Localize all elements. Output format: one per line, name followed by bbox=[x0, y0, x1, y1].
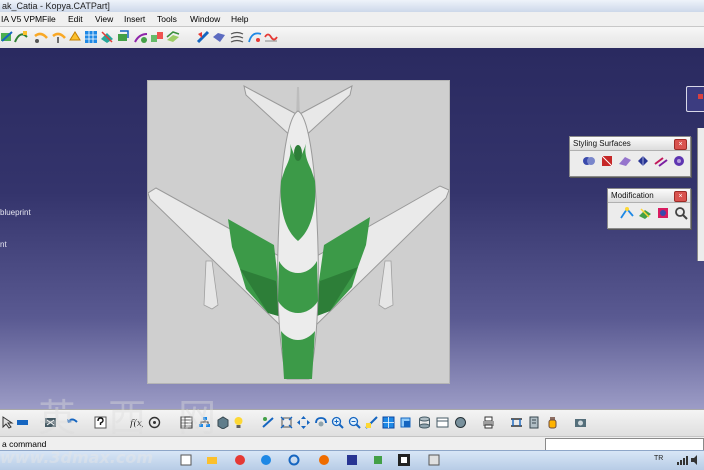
3-point-patch-icon[interactable] bbox=[600, 154, 614, 168]
taskbar-explorer-icon[interactable] bbox=[206, 454, 218, 466]
revolve-icon[interactable] bbox=[636, 154, 650, 168]
menu-edit[interactable]: Edit bbox=[68, 13, 83, 25]
taskbar-firefox-icon[interactable] bbox=[318, 454, 330, 466]
menu-file[interactable]: File bbox=[42, 13, 56, 25]
swap-visible-space-icon[interactable] bbox=[436, 416, 449, 429]
part-marker-icon bbox=[698, 94, 703, 99]
status-bar: a command bbox=[0, 436, 704, 451]
menu-help[interactable]: Help bbox=[231, 13, 248, 25]
bottle-icon[interactable] bbox=[546, 416, 559, 429]
grid-icon[interactable] bbox=[84, 30, 98, 44]
light-icon[interactable] bbox=[232, 416, 245, 429]
tree-label-secondary[interactable]: nt bbox=[0, 240, 7, 250]
extrude-surface-icon[interactable] bbox=[618, 154, 632, 168]
apply-material-icon[interactable] bbox=[528, 416, 541, 429]
status-message: a command bbox=[2, 439, 47, 449]
window-title: ak_Catia - Kopya.CATPart] bbox=[2, 1, 110, 11]
snap-icon[interactable] bbox=[16, 416, 29, 429]
menu-catia[interactable]: IA V5 VPM bbox=[1, 13, 42, 25]
bottom-toolbar: f(x) bbox=[0, 409, 704, 437]
menu-view[interactable]: View bbox=[95, 13, 113, 25]
top-toolbar bbox=[0, 27, 704, 49]
shading-icon[interactable] bbox=[399, 416, 412, 429]
pan-icon[interactable] bbox=[297, 416, 310, 429]
styling-surfaces-titlebar[interactable]: Styling Surfaces × bbox=[570, 137, 690, 151]
modification-titlebar[interactable]: Modification × bbox=[608, 189, 690, 203]
shape-analysis-icon[interactable] bbox=[674, 206, 688, 220]
menu-insert[interactable]: Insert bbox=[124, 13, 145, 25]
what-is-this-icon[interactable] bbox=[94, 416, 107, 429]
knowledge-icon[interactable] bbox=[148, 416, 161, 429]
curvature-icon[interactable] bbox=[248, 30, 262, 44]
normal-view-icon[interactable] bbox=[365, 416, 378, 429]
connect-icon[interactable] bbox=[212, 30, 226, 44]
curve-icon[interactable] bbox=[14, 30, 28, 44]
control-points-icon[interactable] bbox=[620, 206, 634, 220]
tray-volume-icon[interactable] bbox=[690, 454, 702, 466]
styling-surfaces-toolbar[interactable]: Styling Surfaces × bbox=[569, 136, 691, 177]
rotate-icon[interactable] bbox=[314, 416, 327, 429]
planar-patch-icon[interactable] bbox=[582, 154, 596, 168]
menu-tools[interactable]: Tools bbox=[157, 13, 177, 25]
patch-icon[interactable] bbox=[100, 30, 114, 44]
select-icon[interactable] bbox=[2, 416, 15, 429]
tree-label-blueprint[interactable]: blueprint bbox=[0, 208, 31, 218]
taskbar-window-icon[interactable] bbox=[428, 454, 440, 466]
taskbar-tool-icon[interactable] bbox=[372, 454, 384, 466]
fly-mode-icon[interactable] bbox=[262, 416, 275, 429]
zoom-out-icon[interactable] bbox=[348, 416, 361, 429]
menu-window[interactable]: Window bbox=[190, 13, 220, 25]
styling-surfaces-title: Styling Surfaces bbox=[573, 139, 631, 148]
styling-surfaces-close-button[interactable]: × bbox=[674, 139, 687, 150]
docked-toolbar-strip bbox=[697, 128, 704, 261]
hide-show-icon[interactable] bbox=[418, 416, 431, 429]
tray-language[interactable]: TR bbox=[654, 454, 663, 464]
taskbar-media-icon[interactable] bbox=[234, 454, 246, 466]
blend-icon[interactable] bbox=[134, 30, 148, 44]
fill-icon[interactable] bbox=[166, 30, 180, 44]
zoom-in-icon[interactable] bbox=[331, 416, 344, 429]
formula-icon[interactable]: f(x) bbox=[130, 416, 143, 429]
match-icon[interactable] bbox=[638, 206, 652, 220]
svg-text:f(x): f(x) bbox=[130, 418, 143, 429]
delete-icon[interactable] bbox=[44, 416, 57, 429]
spline-icon[interactable] bbox=[34, 30, 48, 44]
taskbar-app-icon[interactable] bbox=[180, 454, 192, 466]
sketch-icon[interactable] bbox=[0, 30, 14, 44]
fit-all-icon[interactable] bbox=[280, 416, 293, 429]
isoparam-icon[interactable] bbox=[230, 30, 244, 44]
offset-icon[interactable] bbox=[654, 154, 668, 168]
extrude-icon[interactable] bbox=[116, 30, 130, 44]
curve-on-surface-icon[interactable] bbox=[68, 30, 82, 44]
taskbar-active-window-icon[interactable] bbox=[398, 454, 410, 466]
modification-close-button[interactable]: × bbox=[674, 191, 687, 202]
taskbar-catia-icon[interactable] bbox=[346, 454, 358, 466]
photo-studio-icon[interactable] bbox=[574, 416, 587, 429]
wave-icon[interactable] bbox=[264, 30, 278, 44]
taskbar-ie-icon[interactable] bbox=[288, 454, 300, 466]
modification-title: Modification bbox=[611, 191, 654, 200]
tree-expand-icon[interactable] bbox=[198, 416, 211, 429]
tray-network-icon[interactable] bbox=[676, 454, 688, 466]
part-design-icon[interactable] bbox=[216, 416, 229, 429]
tree-root-node[interactable] bbox=[686, 86, 704, 112]
os-taskbar: TR bbox=[0, 450, 704, 470]
taskbar-browser-icon[interactable] bbox=[260, 454, 272, 466]
material-icon[interactable] bbox=[454, 416, 467, 429]
styling-fillet-icon[interactable] bbox=[672, 154, 686, 168]
menu-bar: IA V5 VPM File Edit View Insert Tools Wi… bbox=[0, 12, 704, 27]
aircraft-model[interactable] bbox=[148, 81, 449, 383]
fillet-icon[interactable] bbox=[656, 206, 670, 220]
draft-icon[interactable] bbox=[196, 30, 210, 44]
measure-icon[interactable] bbox=[510, 416, 523, 429]
modification-toolbar[interactable]: Modification × bbox=[607, 188, 691, 229]
view-cube-icon[interactable] bbox=[382, 416, 395, 429]
profile-icon[interactable] bbox=[52, 30, 66, 44]
print-icon[interactable] bbox=[482, 416, 495, 429]
table-icon[interactable] bbox=[180, 416, 193, 429]
match-surface-icon[interactable] bbox=[150, 30, 164, 44]
undo-icon[interactable] bbox=[66, 416, 79, 429]
